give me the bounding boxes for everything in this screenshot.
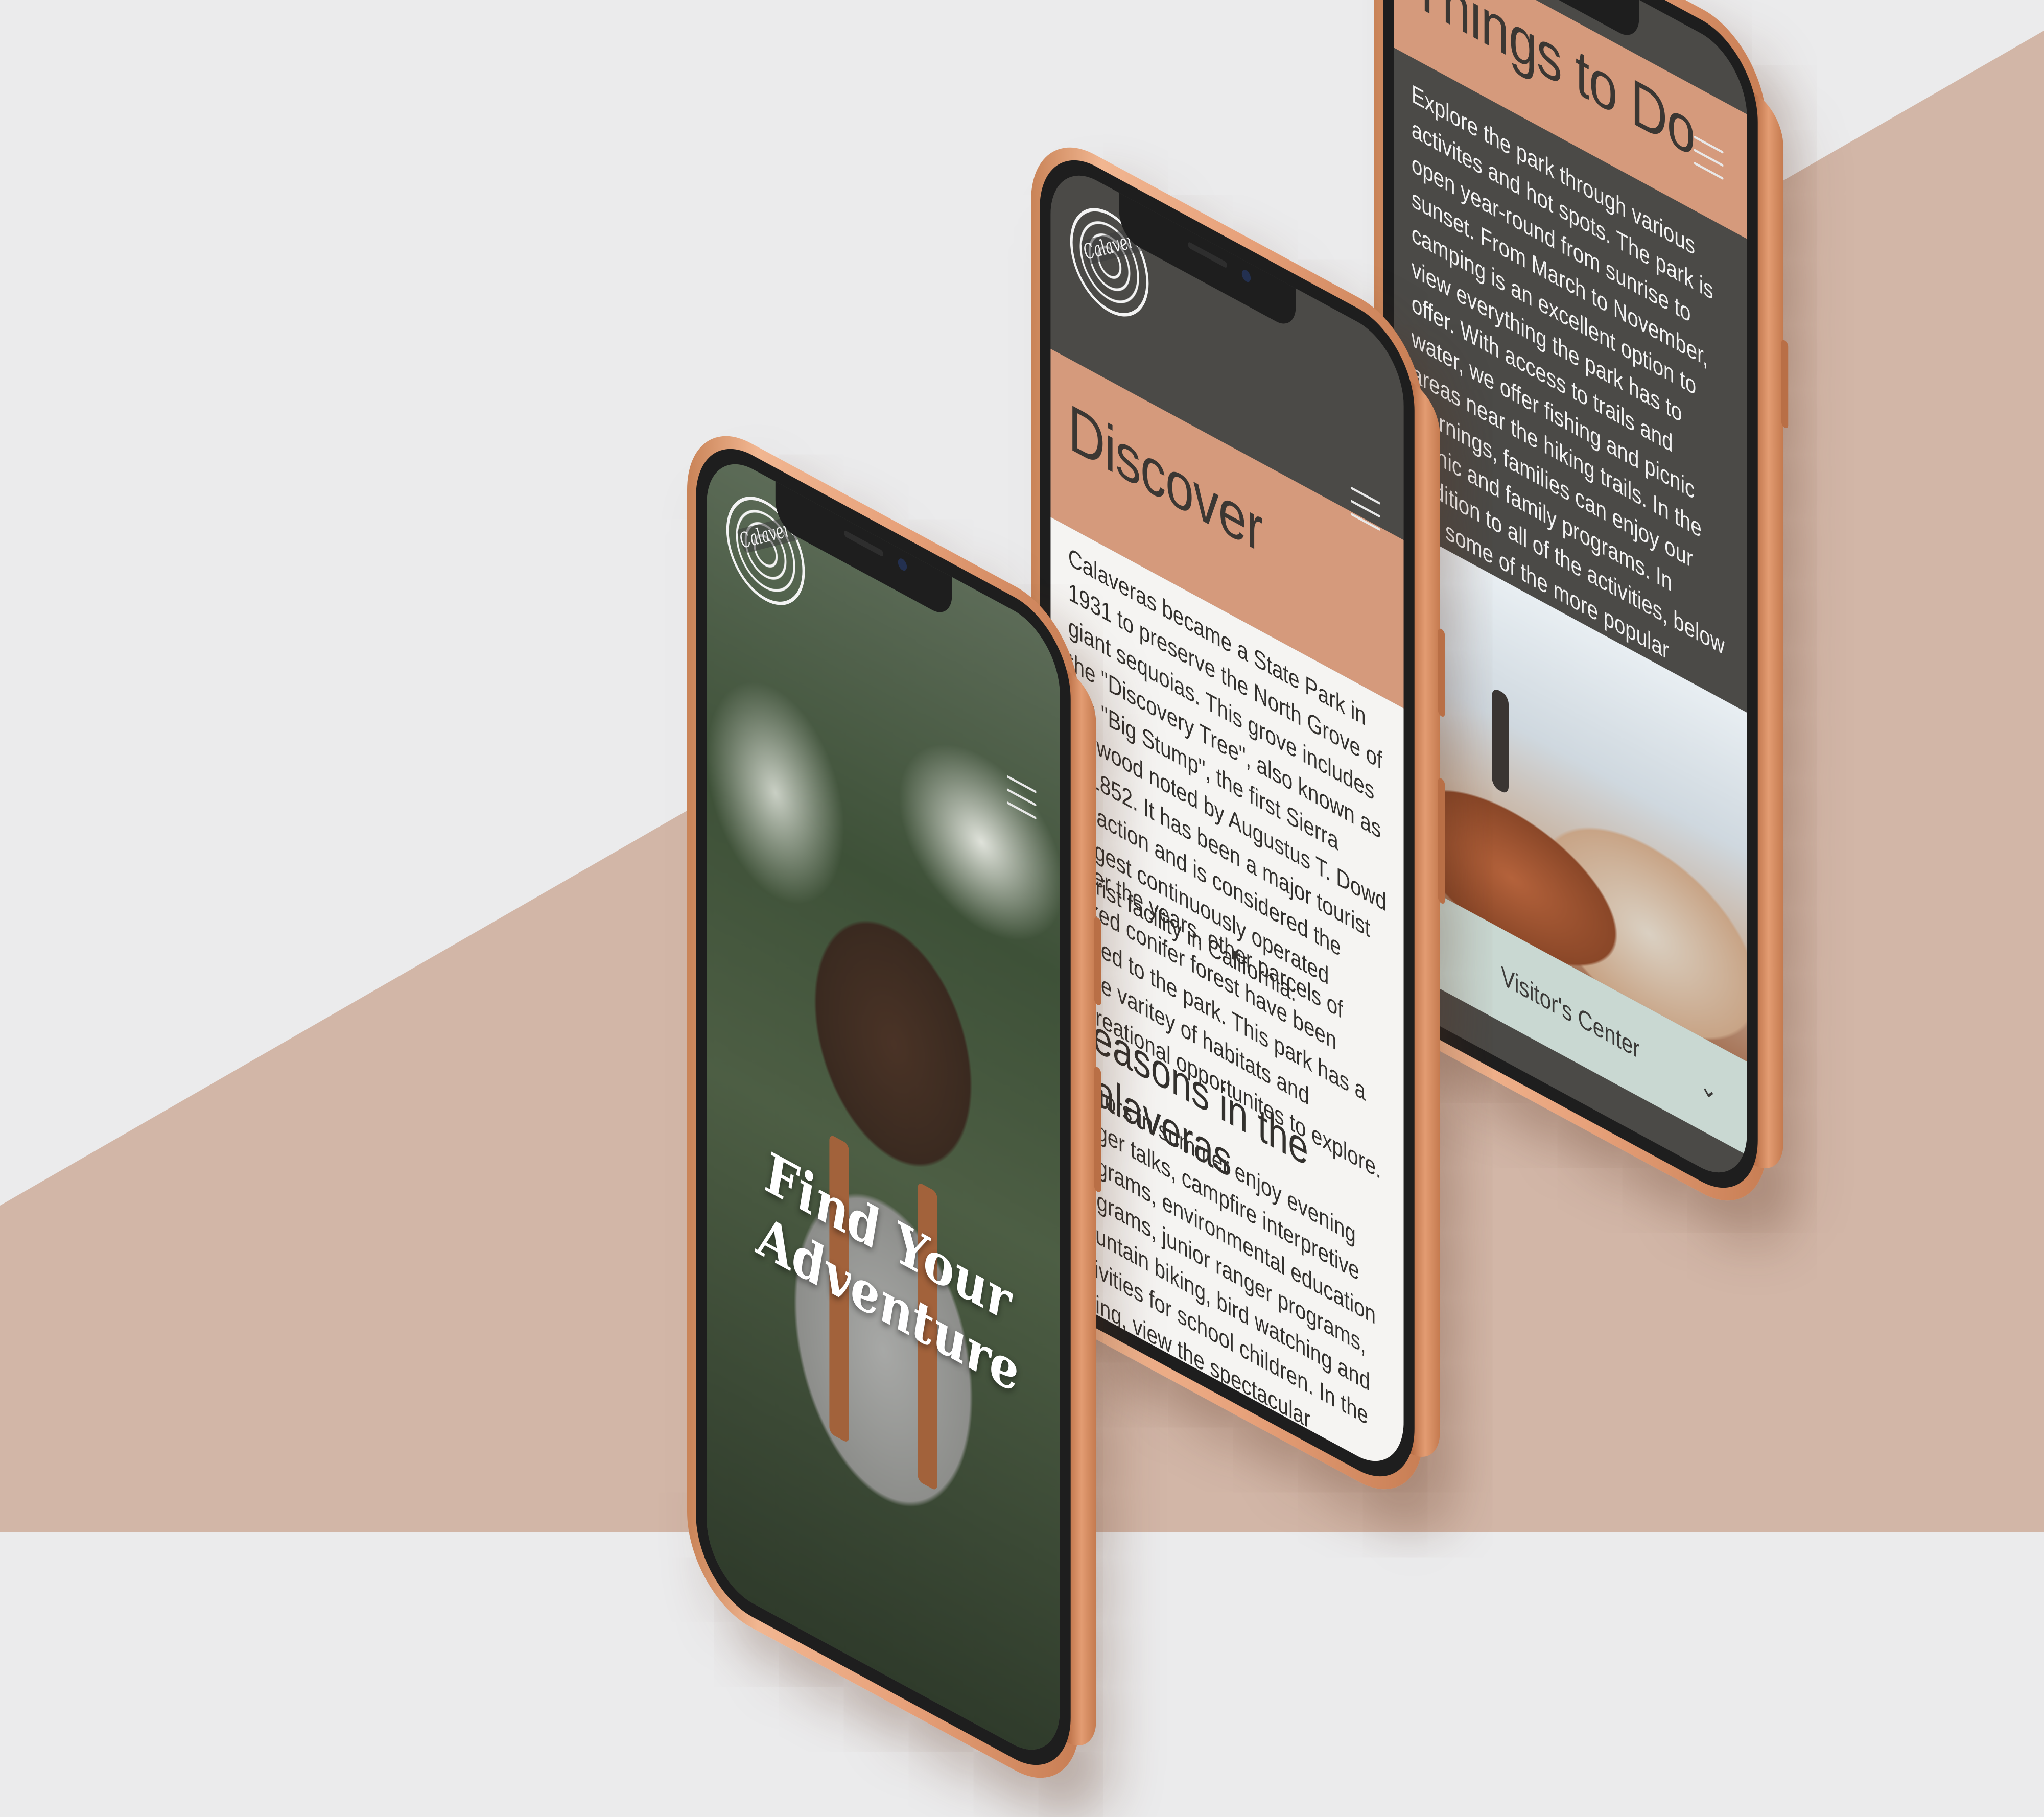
camera <box>1241 268 1251 284</box>
hiker-figure <box>1492 687 1509 796</box>
screen: Calaveras Discover Calaveras became a St… <box>1050 155 1404 1481</box>
phone-edge <box>1754 93 1783 1181</box>
screen: Calaveras Find Your Adventure <box>707 444 1060 1770</box>
side-button <box>1781 338 1789 430</box>
mockup-scene: Calaveras Things to Do Explore the park … <box>0 0 2044 1805</box>
camera <box>898 556 907 573</box>
side-button <box>1438 776 1445 905</box>
screen: Calaveras Things to Do Explore the park … <box>1394 0 1747 1193</box>
phone-hero: Calaveras Find Your Adventure <box>687 409 1101 1805</box>
phone-edge <box>1411 382 1440 1470</box>
phone-edge <box>1067 670 1096 1758</box>
side-button <box>1094 915 1101 1007</box>
side-button <box>1438 627 1445 718</box>
side-button <box>1094 1065 1101 1194</box>
chevron-down-icon: ⌄ <box>1699 1068 1718 1108</box>
hero-photo <box>707 444 1060 1770</box>
